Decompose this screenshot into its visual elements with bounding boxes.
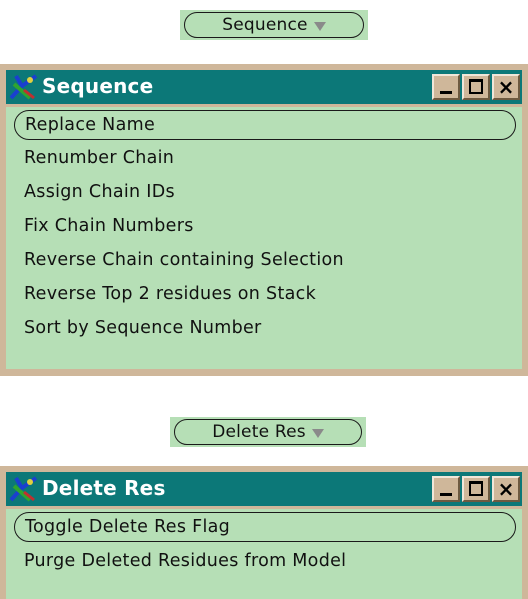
sequence-window-title: Sequence [42,74,154,98]
menu-item-renumber-chain[interactable]: Renumber Chain [14,143,516,173]
sequence-menu-label: Sequence [222,15,308,35]
sequence-menu-pill[interactable]: Sequence [184,12,364,38]
delete-res-menu-label: Delete Res [212,422,306,442]
close-icon[interactable]: × [492,476,520,502]
delete-res-window-title: Delete Res [42,476,166,500]
menu-item-replace-name[interactable]: Replace Name [14,110,516,140]
chevron-down-icon [313,21,326,31]
maximize-icon[interactable] [462,476,490,502]
sequence-window: Sequence × Replace Name Renumber Chain A… [0,64,528,376]
close-glyph: × [497,75,515,99]
delete-res-menu-button[interactable]: Delete Res [170,417,366,447]
menu-item-toggle-delete-res-flag[interactable]: Toggle Delete Res Flag [14,512,516,542]
delete-res-window-controls: × [432,476,520,502]
delete-res-menu-list: Toggle Delete Res Flag Purge Deleted Res… [6,509,522,599]
close-glyph: × [497,477,515,501]
minimize-icon[interactable] [432,74,460,100]
delete-res-menu-pill[interactable]: Delete Res [174,419,362,445]
maximize-icon[interactable] [462,74,490,100]
sequence-titlebar[interactable]: Sequence × [6,70,522,104]
menu-item-fix-chain-numbers[interactable]: Fix Chain Numbers [14,211,516,241]
menu-item-purge-deleted-residues[interactable]: Purge Deleted Residues from Model [14,546,516,576]
delete-res-titlebar[interactable]: Delete Res × [6,472,522,506]
delete-res-window: Delete Res × Toggle Delete Res Flag Purg… [0,466,528,599]
menu-item-sort-by-sequence[interactable]: Sort by Sequence Number [14,313,516,343]
sequence-window-controls: × [432,74,520,100]
minimize-icon[interactable] [432,476,460,502]
menu-item-assign-chain-ids[interactable]: Assign Chain IDs [14,177,516,207]
app-icon [9,476,38,502]
menu-item-reverse-chain[interactable]: Reverse Chain containing Selection [14,245,516,275]
menu-item-reverse-top-2[interactable]: Reverse Top 2 residues on Stack [14,279,516,309]
app-icon [9,74,38,100]
chevron-down-icon [311,428,324,438]
close-icon[interactable]: × [492,74,520,100]
sequence-menu-list: Replace Name Renumber Chain Assign Chain… [6,107,522,369]
sequence-menu-button[interactable]: Sequence [180,10,368,40]
